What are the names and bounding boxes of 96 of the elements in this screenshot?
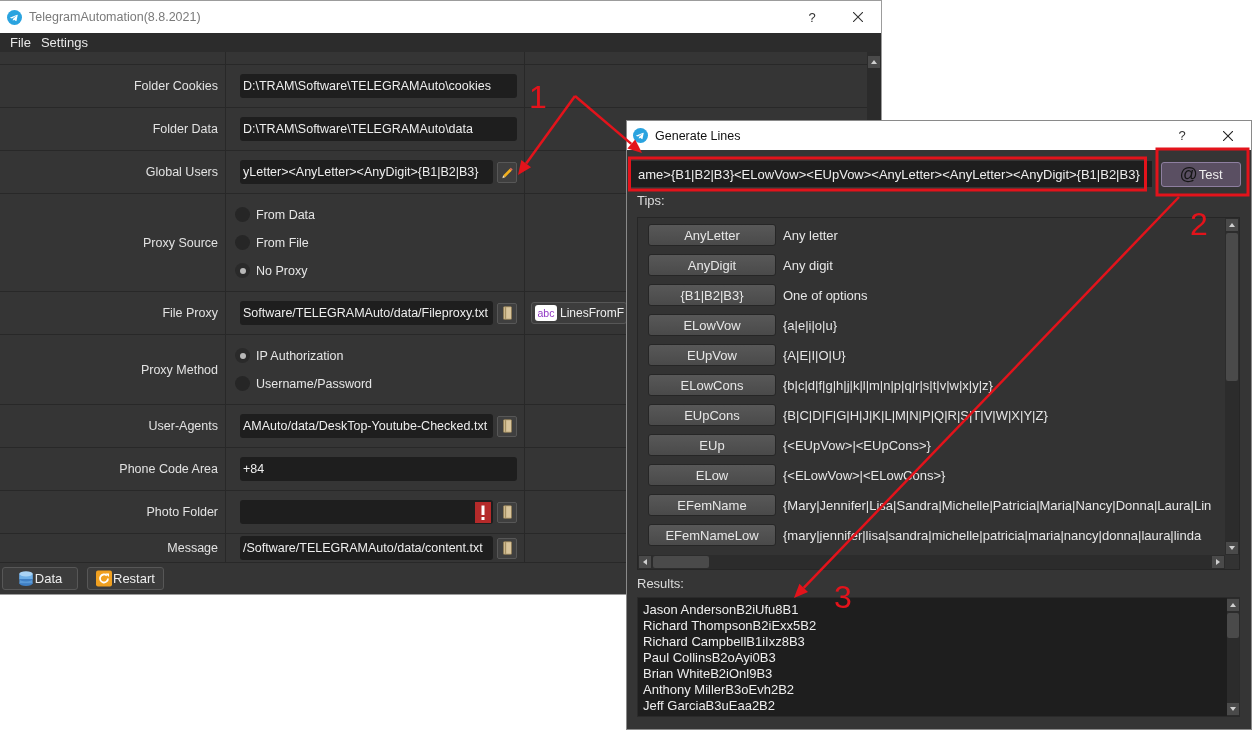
scrollbar-thumb[interactable] <box>653 556 709 568</box>
token-description: Any letter <box>783 227 838 243</box>
setting-label: Phone Code Area <box>119 462 218 476</box>
setting-label: User-Agents <box>148 419 218 433</box>
radio-label[interactable]: From File <box>256 235 309 250</box>
token-button[interactable]: EUp <box>648 434 776 456</box>
radio-label[interactable]: Username/Password <box>256 376 372 391</box>
window-title: TelegramAutomation(8.8.2021) <box>29 10 201 24</box>
pattern-field[interactable]: ame>{B1|B2|B3}<ELowVow><EUpVow><AnyLetter><AnyLetter><AnyDigit>{B1|B2|B3} <box>630 161 1152 187</box>
test-button[interactable]: @Test <box>1161 161 1241 187</box>
database-icon <box>17 570 34 587</box>
callout-number: 1 <box>529 81 547 113</box>
setting-label: File Proxy <box>162 306 218 320</box>
browse-button[interactable] <box>497 415 517 437</box>
browse-button[interactable] <box>497 537 517 559</box>
menu-item[interactable]: File <box>5 35 36 50</box>
token-description: {b|c|d|f|g|h|j|k|l|m|n|p|q|r|s|t|v|w|x|y|z} <box>783 377 993 393</box>
result-line: Richard CampbellB1iIxz8B3 <box>643 634 806 650</box>
radio-label[interactable]: No Proxy <box>256 263 308 278</box>
help-button[interactable]: ? <box>1159 120 1205 151</box>
token-button[interactable]: EUpVow <box>648 344 776 366</box>
setting-label: Folder Cookies <box>133 79 218 93</box>
scroll-left-icon[interactable] <box>639 556 651 568</box>
token-button[interactable]: ELowCons <box>648 374 776 396</box>
scroll-right-icon[interactable] <box>1212 556 1224 568</box>
scrollbar-thumb[interactable] <box>1226 233 1238 381</box>
setting-label: Photo Folder <box>146 505 218 519</box>
setting-label: Proxy Method <box>140 362 218 377</box>
horizontal-scrollbar[interactable] <box>638 555 1225 569</box>
token-description: {A|E|I|O|U} <box>783 347 846 363</box>
path-field[interactable]: AMAuto/data/DeskTop-Youtube-Checked.txt <box>240 414 493 438</box>
setting-label: Proxy Source <box>142 235 218 250</box>
result-line: Paul CollinsB2oAyi0B3 <box>643 650 777 666</box>
menu-item[interactable]: Settings <box>35 35 93 50</box>
browse-button[interactable] <box>497 302 517 324</box>
result-line: Jeff GarciaB3uEaa2B2 <box>643 698 776 714</box>
edit-button[interactable] <box>497 161 517 183</box>
close-icon <box>853 12 863 22</box>
token-button[interactable]: EFemNameLow <box>648 524 776 546</box>
result-line: Brian WhiteB2iOnl9B3 <box>643 666 774 682</box>
help-button[interactable]: ? <box>789 2 835 32</box>
token-button[interactable]: {B1|B2|B3} <box>648 284 776 306</box>
callout-number: 2 <box>1190 208 1208 240</box>
text-field[interactable]: D:\TRAM\Software\TELEGRAMAuto\cookies <box>240 74 517 98</box>
vertical-scrollbar[interactable] <box>1225 218 1239 555</box>
setting-label: Global Users <box>145 165 218 179</box>
text-field[interactable]: +84 <box>240 457 517 481</box>
paper-plane-icon <box>633 128 648 143</box>
text-field[interactable]: D:\TRAM\Software\TELEGRAMAuto\data <box>240 117 517 141</box>
scroll-down-icon[interactable] <box>1227 703 1239 715</box>
radio-button[interactable] <box>235 263 250 278</box>
refresh-icon <box>96 570 112 587</box>
folder-icon <box>502 419 512 433</box>
radio-button[interactable] <box>235 348 250 363</box>
radio-label[interactable]: From Data <box>256 207 316 222</box>
abc-tile: abc <box>535 305 557 321</box>
scroll-up-icon[interactable] <box>1227 599 1239 611</box>
restart-button[interactable]: Restart <box>87 567 164 590</box>
scroll-up-icon[interactable] <box>1226 219 1238 231</box>
radio-label[interactable]: IP Authorization <box>256 348 344 363</box>
token-description: One of options <box>783 287 868 303</box>
token-button[interactable]: AnyDigit <box>648 254 776 276</box>
vertical-scrollbar[interactable] <box>1227 598 1239 716</box>
result-line: Jason AndersonB2iUfu8B1 <box>643 602 800 618</box>
folder-icon <box>502 505 512 519</box>
text-field[interactable]: yLetter><AnyLetter><AnyDigit>{B1|B2|B3} <box>240 160 493 184</box>
window-title: Generate Lines <box>655 128 741 143</box>
token-description: Any digit <box>783 257 833 273</box>
scroll-up-icon[interactable] <box>868 56 880 68</box>
section-label: Results: <box>637 576 685 591</box>
close-icon <box>1223 130 1233 141</box>
token-description: {<EUpVow>|<EUpCons>} <box>783 437 931 453</box>
section-label: Tips: <box>637 193 666 208</box>
token-button[interactable]: ELow <box>648 464 776 486</box>
token-button[interactable]: ELowVow <box>648 314 776 336</box>
path-field[interactable]: /Software/TELEGRAMAuto/data/content.txt <box>240 536 493 560</box>
paper-plane-icon <box>7 9 22 25</box>
path-field[interactable] <box>240 500 493 524</box>
result-line: Anthony MillerB3oEvh2B2 <box>643 682 796 698</box>
scrollbar-thumb[interactable] <box>1227 613 1239 638</box>
folder-icon <box>502 306 512 320</box>
data-button[interactable]: Data <box>2 567 78 590</box>
token-button[interactable]: EFemName <box>648 494 776 516</box>
setting-label: Folder Data <box>152 122 218 136</box>
folder-icon <box>502 541 512 555</box>
browse-button[interactable] <box>497 501 517 523</box>
token-button[interactable]: AnyLetter <box>648 224 776 246</box>
lines-button[interactable]: abc LinesFromF <box>531 302 627 324</box>
pencil-icon <box>500 165 514 179</box>
token-button[interactable]: EUpCons <box>648 404 776 426</box>
scroll-down-icon[interactable] <box>1226 542 1238 554</box>
token-description: {a|e|i|o|u} <box>783 317 837 333</box>
setting-label: Message <box>167 541 218 555</box>
path-field[interactable]: Software/TELEGRAMAuto/data/Fileproxy.txt <box>240 301 493 325</box>
result-line: Richard ThompsonB2iExx5B2 <box>643 618 818 634</box>
callout-arrow <box>574 95 642 153</box>
